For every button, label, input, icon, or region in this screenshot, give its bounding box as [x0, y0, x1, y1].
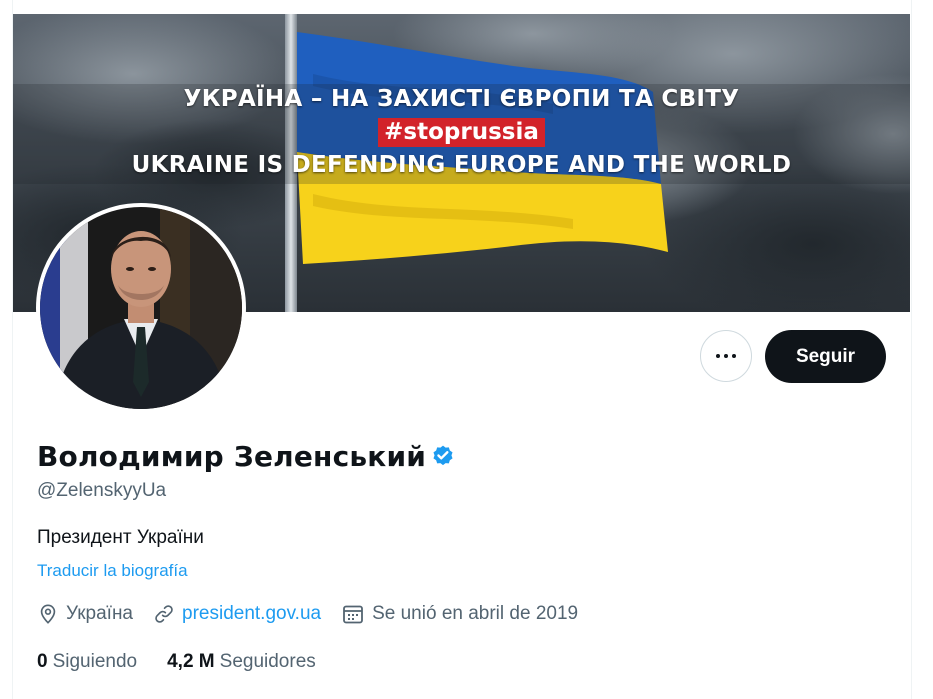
display-name-row: Володимир Зеленський [37, 440, 456, 473]
location-pin-icon [40, 604, 56, 624]
banner-hashtag-wrap: #stoprussia [13, 118, 910, 147]
profile-stats-row: 0 Siguiendo 4,2 M Seguidores [37, 651, 346, 673]
display-name: Володимир Зеленський [37, 440, 427, 473]
banner-headline-english: UKRAINE IS DEFENDING EUROPE AND THE WORL… [131, 152, 792, 178]
website-link[interactable]: president.gov.ua [182, 603, 321, 625]
joined-item: Se unió en abril de 2019 [341, 602, 578, 626]
website-item[interactable]: president.gov.ua [153, 603, 321, 625]
verified-badge-icon[interactable] [430, 444, 456, 470]
following-label: Siguiendo [52, 651, 138, 672]
avatar[interactable] [36, 203, 246, 413]
banner-headline-ukrainian: УКРАЇНА – НА ЗАХИСТІ ЄВРОПИ ТА СВІТУ [183, 86, 740, 112]
following-stat-link[interactable]: 0 Siguiendo [37, 651, 137, 673]
user-handle: @ZelenskyyUa [37, 480, 167, 501]
more-options-button[interactable] [700, 330, 752, 382]
followers-label: Seguidores [219, 651, 316, 672]
followers-stat-link[interactable]: 4,2 M Seguidores [167, 651, 316, 673]
location-item: Україна [37, 603, 133, 625]
profile-bio: Президент України [37, 527, 204, 548]
followers-count: 4,2 M [167, 651, 215, 672]
follow-button[interactable]: Seguir [765, 330, 886, 383]
avatar-photo [40, 207, 242, 409]
link-icon [155, 605, 173, 623]
banner-hashtag: #stoprussia [378, 118, 545, 147]
profile-meta-row: Україна president.gov.ua Se unió en abri… [37, 602, 598, 626]
following-count: 0 [37, 651, 48, 672]
joined-date: Se unió en abril de 2019 [372, 603, 579, 624]
ellipsis-icon [714, 354, 738, 358]
translate-bio-link[interactable]: Traducir la biografía [37, 561, 188, 581]
calendar-icon [343, 605, 363, 624]
location-text: Україна [66, 603, 134, 624]
